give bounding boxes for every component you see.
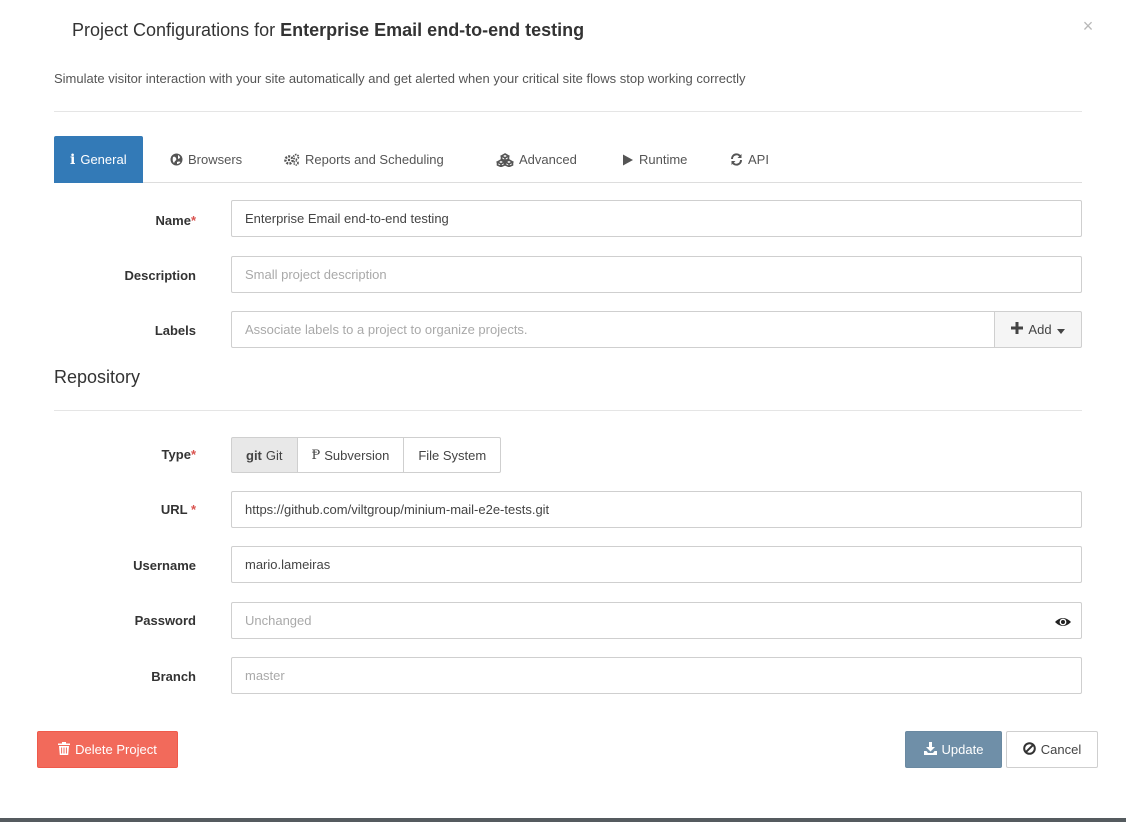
cancel-button[interactable]: Cancel: [1006, 731, 1098, 768]
repo-type-subversion[interactable]: Ᵽ Subversion: [296, 437, 405, 473]
labels-input[interactable]: [231, 311, 995, 348]
name-required-mark: *: [190, 213, 196, 228]
repo-type-group: git Git Ᵽ Subversion File System: [231, 437, 502, 473]
labels-label: Labels: [154, 323, 196, 338]
close-icon[interactable]: ×: [1078, 16, 1098, 36]
url-required-mark: *: [190, 502, 196, 517]
modal-title-prefix: Project Configurations for: [72, 20, 276, 40]
refresh-icon: [730, 153, 743, 166]
repository-divider: [54, 410, 1082, 411]
download-icon: [923, 741, 937, 758]
modal-header: Project Configurations for Enterprise Em…: [0, 0, 1126, 112]
subversion-icon: Ᵽ: [311, 447, 321, 463]
tab-bar: i General Browsers Reports and Schedulin…: [54, 136, 1082, 183]
cancel-label: Cancel: [1040, 742, 1082, 757]
description-label: Description: [124, 268, 196, 283]
tab-general[interactable]: i General: [54, 136, 143, 183]
modal-subtitle: Simulate visitor interaction with your s…: [54, 71, 746, 86]
eye-icon[interactable]: [1053, 612, 1073, 632]
password-label: Password: [134, 613, 196, 628]
modal-title: Project Configurations for Enterprise Em…: [72, 20, 584, 41]
header-divider: [54, 111, 1082, 112]
url-input[interactable]: [231, 491, 1082, 528]
repository-title: Repository: [54, 367, 141, 387]
plus-icon: [1011, 322, 1024, 337]
gears-icon: [284, 153, 300, 166]
tab-browsers-label: Browsers: [188, 151, 243, 167]
modal-title-project: Enterprise Email end-to-end testing: [280, 20, 585, 40]
type-required-mark: *: [190, 447, 196, 462]
info-icon: i: [70, 151, 76, 168]
repo-type-git[interactable]: git Git: [231, 437, 298, 473]
caret-down-icon: [1056, 322, 1065, 337]
username-input[interactable]: [231, 546, 1082, 583]
repo-type-filesystem-label: File System: [418, 447, 487, 463]
add-label-button[interactable]: Add: [994, 311, 1082, 348]
repo-type-subversion-label: Subversion: [324, 447, 390, 463]
play-icon: [622, 154, 634, 166]
cubes-icon: [496, 152, 514, 167]
update-button[interactable]: Update: [905, 731, 1002, 768]
tab-advanced-label: Advanced: [519, 151, 577, 167]
name-label: Name*: [155, 213, 196, 228]
repo-type-filesystem[interactable]: File System: [403, 437, 502, 473]
delete-project-button[interactable]: Delete Project: [37, 731, 178, 768]
tab-general-label: General: [80, 151, 127, 167]
description-input[interactable]: [231, 256, 1082, 293]
type-label: Type*: [161, 447, 196, 462]
password-input[interactable]: [231, 602, 1082, 639]
branch-label: Branch: [151, 669, 196, 684]
globe-icon: [170, 153, 183, 166]
tab-reports-label: Reports and Scheduling: [305, 151, 444, 167]
tab-runtime[interactable]: Runtime: [622, 136, 687, 183]
update-label: Update: [941, 742, 984, 757]
bottom-border: [0, 818, 1126, 822]
username-label: Username: [133, 558, 196, 573]
ban-icon: [1022, 741, 1036, 758]
url-label: URL *: [160, 502, 196, 517]
delete-project-label: Delete Project: [75, 742, 157, 757]
add-label-text: Add: [1028, 322, 1052, 337]
tab-reports[interactable]: Reports and Scheduling: [284, 136, 444, 183]
tab-advanced[interactable]: Advanced: [496, 136, 577, 183]
git-icon: git: [246, 447, 262, 463]
name-input[interactable]: [231, 200, 1082, 237]
tab-browsers[interactable]: Browsers: [170, 136, 242, 183]
repo-type-git-label: Git: [265, 447, 283, 463]
trash-icon: [58, 741, 71, 758]
branch-input[interactable]: [231, 657, 1082, 694]
tab-api[interactable]: API: [730, 136, 769, 183]
tab-api-label: API: [748, 151, 769, 167]
tab-runtime-label: Runtime: [639, 151, 688, 167]
